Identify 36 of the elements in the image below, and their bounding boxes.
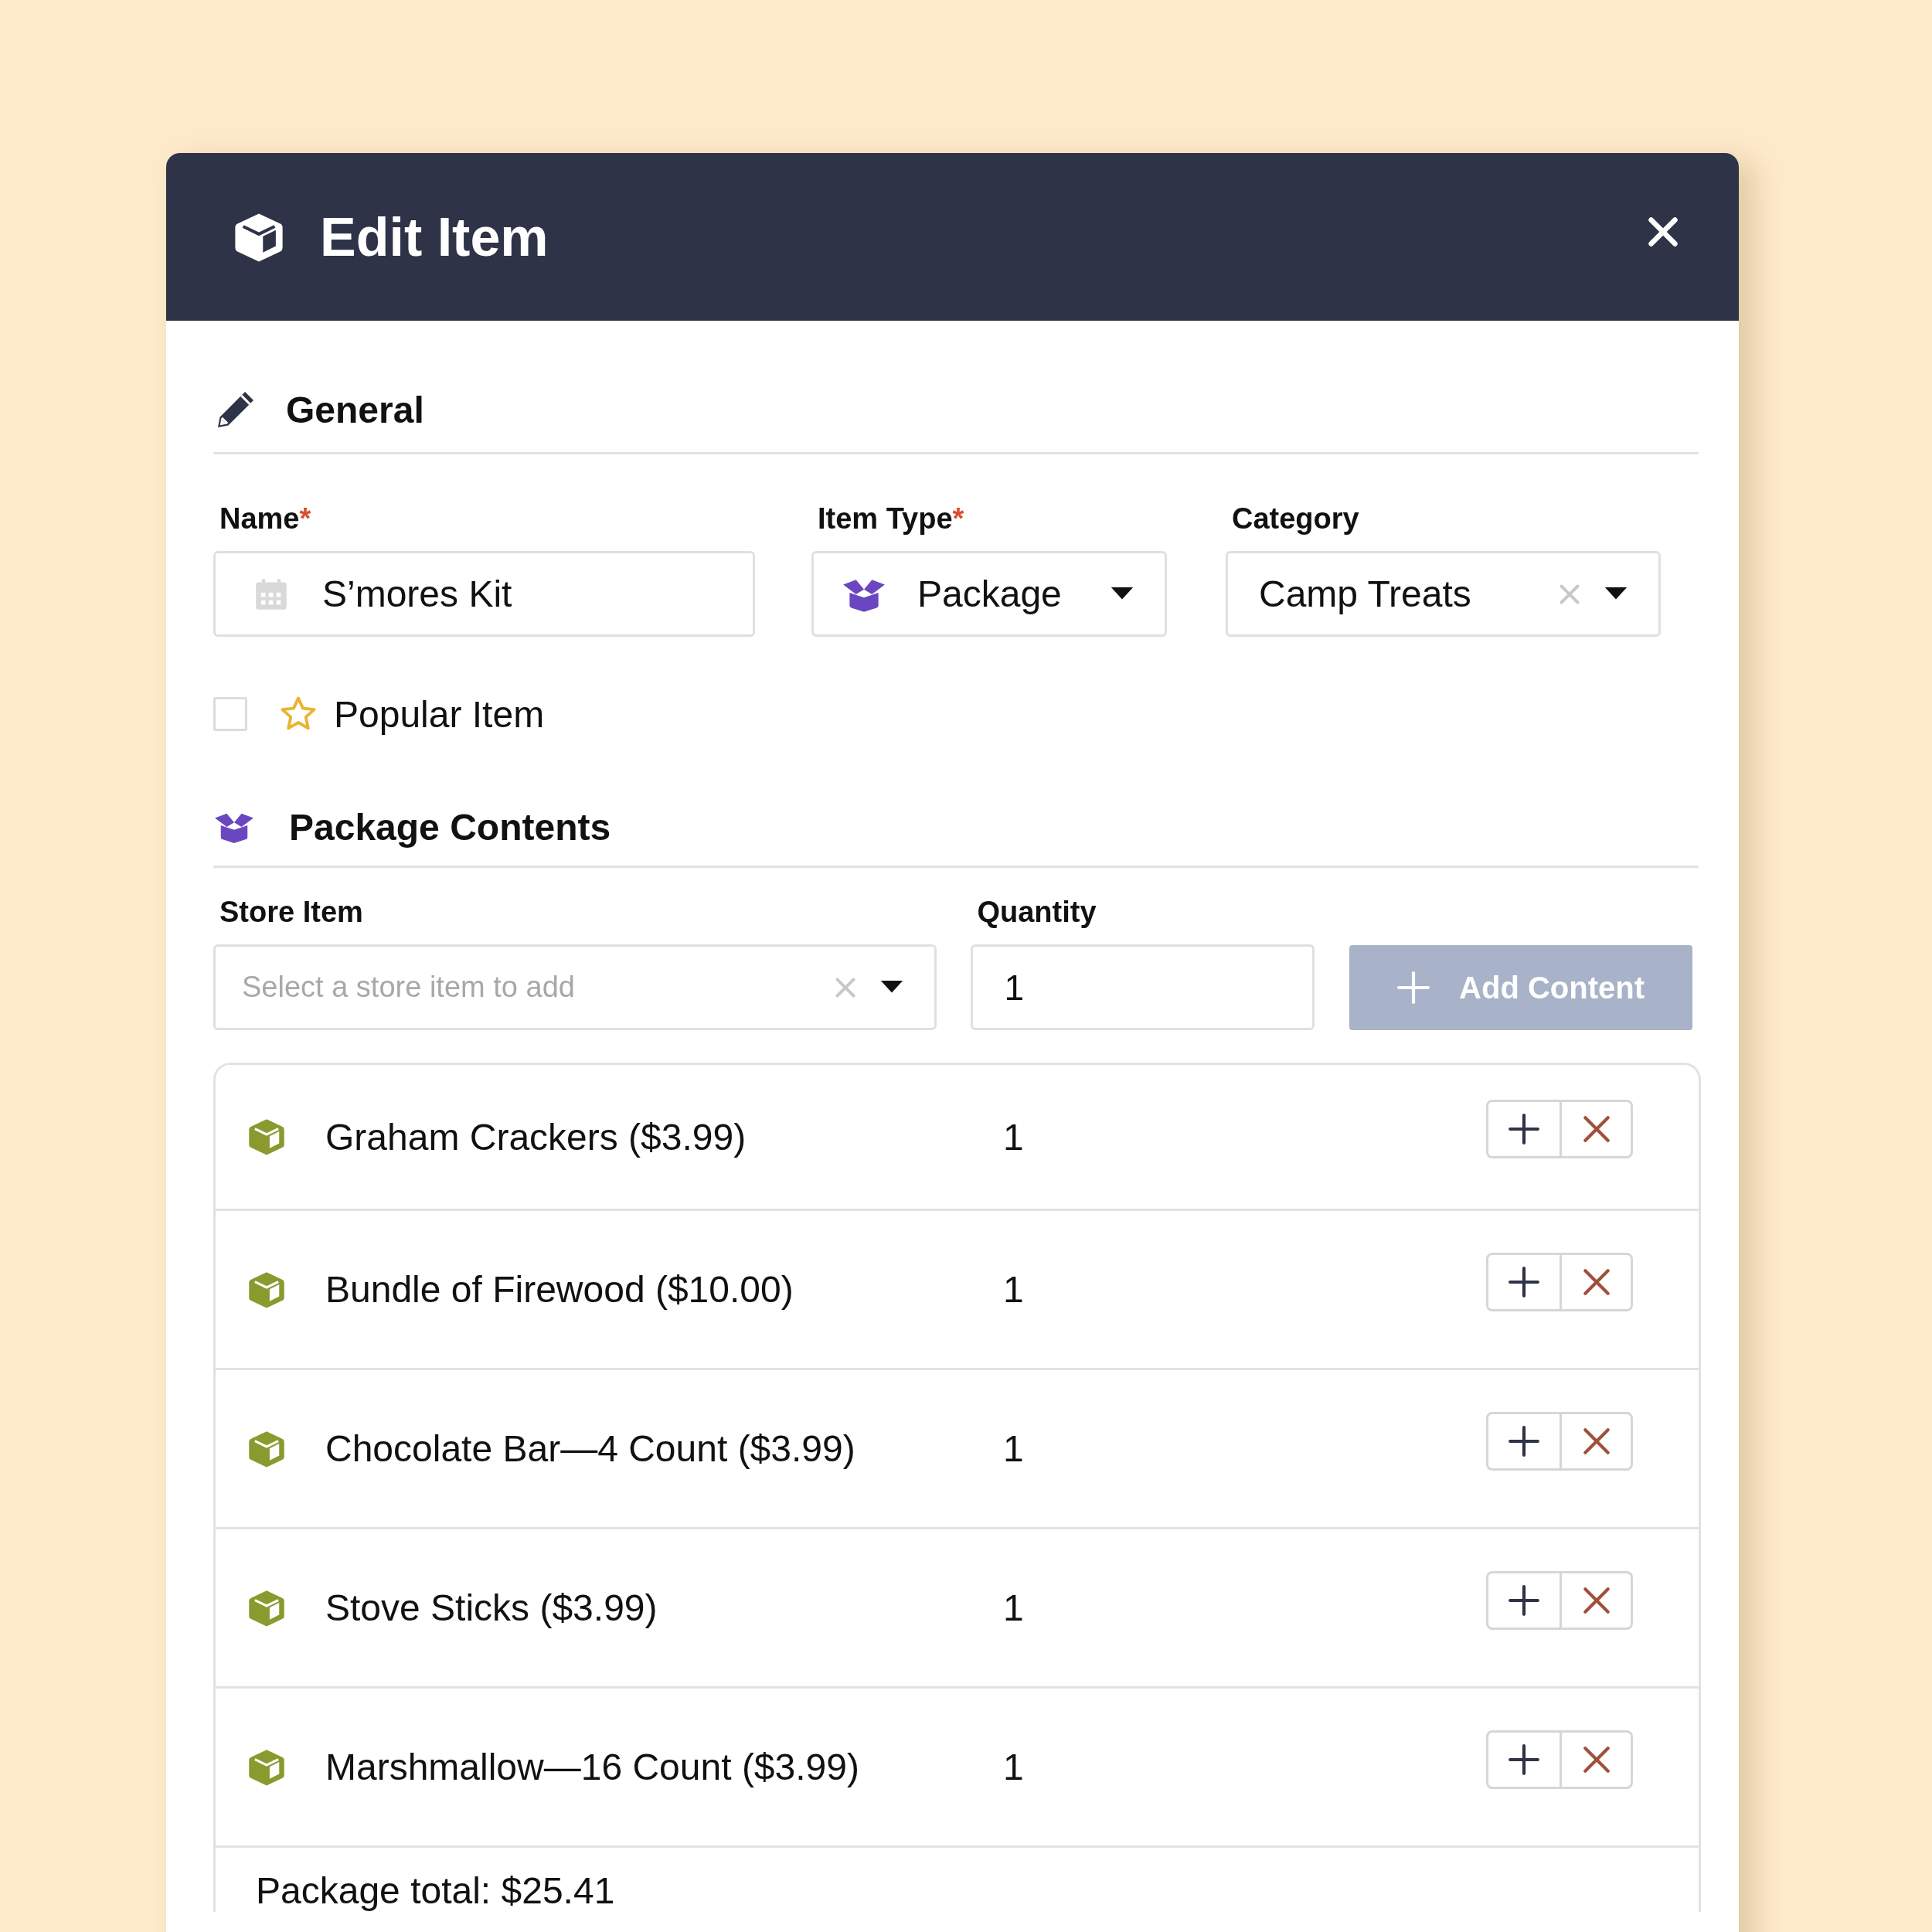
- quantity-field[interactable]: 1: [971, 944, 1315, 1030]
- field-label: Quantity: [977, 896, 1097, 929]
- name-field[interactable]: S’mores Kit: [213, 551, 755, 637]
- item-name: Marshmallow—16 Count ($3.99): [325, 1746, 860, 1788]
- item-quantity: 1: [1003, 1746, 1024, 1788]
- item-name: Bundle of Firewood ($10.00): [325, 1268, 794, 1311]
- plus-icon: [1508, 1583, 1540, 1617]
- item-quantity: 1: [1003, 1427, 1024, 1470]
- plus-icon: [1508, 1265, 1540, 1298]
- caret-icon: [1111, 587, 1134, 600]
- field-label: Store Item: [219, 896, 364, 929]
- item-quantity: 1: [1003, 1268, 1024, 1311]
- caret-icon: [880, 981, 903, 994]
- item-name: Stove Sticks ($3.99): [325, 1587, 658, 1629]
- item-quantity: 1: [1003, 1115, 1024, 1158]
- plus-icon: [1508, 1743, 1540, 1776]
- item-type-select[interactable]: Package: [811, 551, 1167, 637]
- dialog-title: Edit Item: [320, 206, 549, 268]
- checkbox[interactable]: [213, 697, 247, 731]
- field-label: Item Type*: [818, 502, 965, 536]
- item-quantity: 1: [1003, 1587, 1024, 1629]
- plus-icon: [1508, 1113, 1540, 1145]
- plus-icon: [1508, 1424, 1540, 1458]
- calendar-icon: [254, 577, 288, 611]
- field-label: Name*: [219, 502, 312, 536]
- item-name: Chocolate Bar—4 Count ($3.99): [325, 1427, 856, 1470]
- checkbox-label: Popular Item: [334, 692, 545, 736]
- category-select[interactable]: Camp Treats: [1226, 551, 1661, 637]
- field-label: Category: [1232, 502, 1360, 536]
- section-heading: General: [286, 388, 424, 431]
- section-heading: Package Contents: [289, 805, 611, 849]
- package-total: Package total: $25.41: [255, 1869, 616, 1912]
- item-name: Graham Crackers ($3.99): [325, 1115, 747, 1158]
- cube-icon: [247, 1117, 287, 1157]
- plus-icon: [1397, 971, 1430, 1004]
- caret-icon: [1604, 587, 1628, 600]
